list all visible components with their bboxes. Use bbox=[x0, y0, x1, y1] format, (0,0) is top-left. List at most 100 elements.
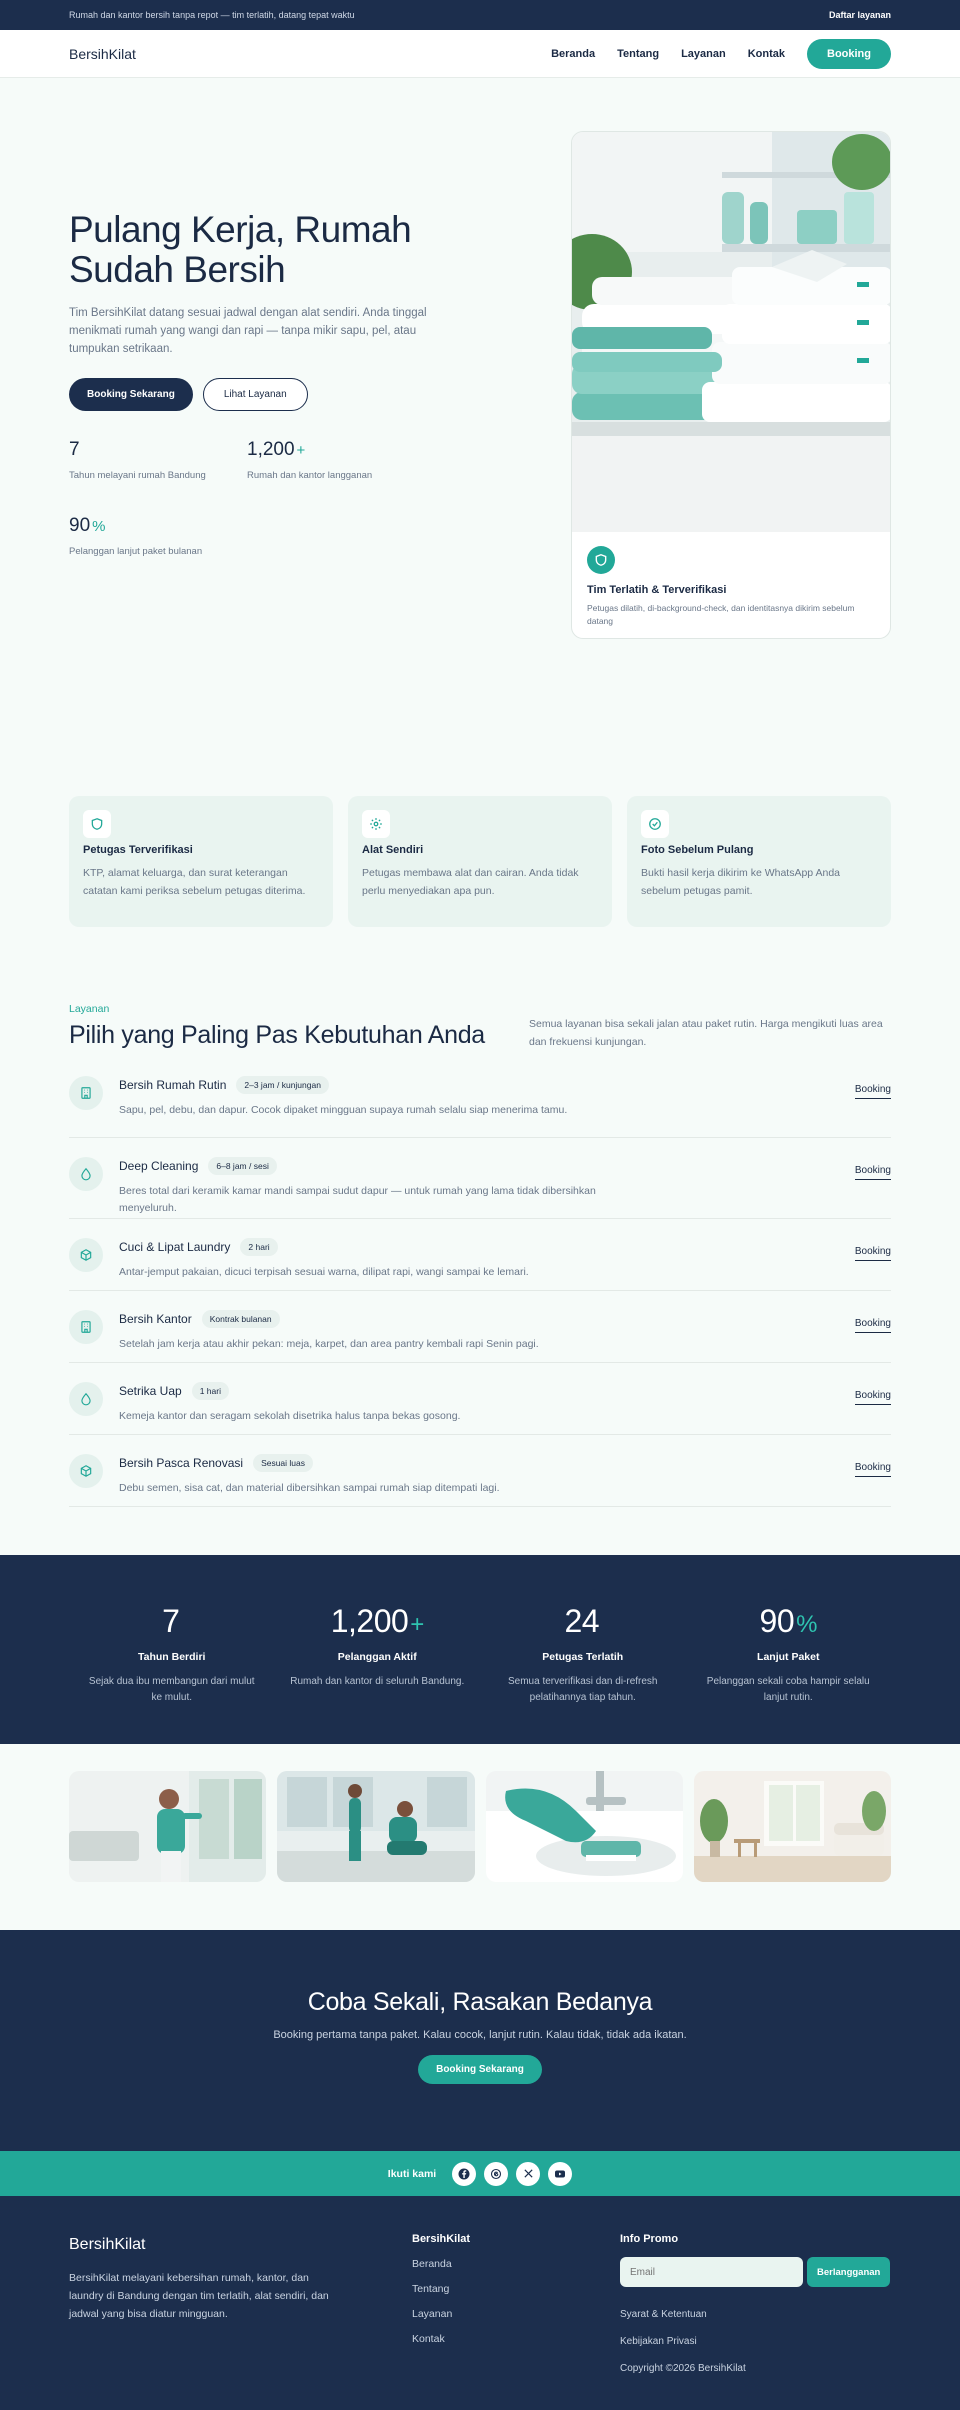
footer-link-layanan[interactable]: Layanan bbox=[412, 2308, 470, 2320]
nav-link-layanan[interactable]: Layanan bbox=[681, 48, 726, 60]
droplet-icon bbox=[69, 1157, 103, 1191]
stat-value: 1,200 bbox=[247, 439, 295, 460]
hero-booking-button[interactable]: Booking Sekarang bbox=[69, 378, 193, 411]
cta-booking-button[interactable]: Booking Sekarang bbox=[418, 2055, 542, 2084]
feature-title: Petugas Terverifikasi bbox=[83, 844, 193, 856]
stats-band: 7 Tahun Berdiri Sejak dua ibu membangun … bbox=[0, 1555, 960, 1744]
gallery-photo-window-cleaning bbox=[69, 1771, 267, 1882]
hero-stat: 90% Pelanggan lanjut paket bulanan bbox=[69, 515, 247, 557]
hero-section: Pulang Kerja, Rumah Sudah Bersih Tim Ber… bbox=[0, 78, 960, 698]
services-intro: Semua layanan bisa sekali jalan atau pak… bbox=[529, 1018, 883, 1048]
service-duration-badge: 1 hari bbox=[191, 1382, 229, 1400]
nav-link-kontak[interactable]: Kontak bbox=[748, 48, 785, 60]
service-row: Cuci & Lipat Laundry 2 hari Antar-jemput … bbox=[69, 1219, 891, 1291]
nav-booking-button[interactable]: Booking bbox=[807, 38, 891, 69]
stat-suffix: + bbox=[296, 442, 306, 459]
announcement-bar: Rumah dan kantor bersih tanpa repot — ti… bbox=[0, 0, 960, 30]
shield-icon bbox=[587, 546, 615, 574]
follow-label: Ikuti kami bbox=[387, 2167, 437, 2180]
feature-description: KTP, alamat keluarga, dan surat keterang… bbox=[83, 867, 306, 897]
hero-stats: 7 Tahun melayani rumah Bandung 1,200 + Ru… bbox=[69, 439, 429, 557]
services-title: Pilih yang Paling Pas Kebutuhan Anda bbox=[69, 1021, 485, 1049]
service-booking-link[interactable]: Booking bbox=[854, 1462, 891, 1477]
service-duration-badge: 2 hari bbox=[240, 1238, 278, 1256]
hero-stat: 7 Tahun melayani rumah Bandung bbox=[69, 439, 247, 481]
stat-value: 1,200 bbox=[330, 1603, 409, 1639]
gear-icon bbox=[362, 810, 390, 838]
stat-description: Rumah dan kantor di seluruh Bandung. bbox=[290, 1676, 465, 1687]
footer-link-beranda[interactable]: Beranda bbox=[412, 2258, 470, 2270]
footer-about: BersihKilat melayani kebersihan rumah, k… bbox=[69, 2272, 329, 2320]
service-name: Bersih Pasca Renovasi bbox=[119, 1456, 244, 1470]
building-icon bbox=[69, 1310, 103, 1344]
email-field[interactable] bbox=[620, 2257, 803, 2287]
stat-label: Rumah dan kantor langganan bbox=[247, 470, 373, 481]
stat-description: Semua terverifikasi dan di-refresh pelat… bbox=[507, 1676, 658, 1703]
services-list: Bersih Rumah Rutin 2–3 jam / kunjungan Sa… bbox=[69, 1066, 891, 1507]
hero-title: Pulang Kerja, Rumah Sudah Bersih bbox=[69, 209, 412, 290]
stat-block: 1,200+ Pelanggan Aktif Rumah dan kantor … bbox=[275, 1555, 481, 1744]
stat-suffix: % bbox=[92, 518, 106, 535]
service-row: Bersih Pasca Renovasi Sesuai luas Debu se… bbox=[69, 1435, 891, 1507]
service-booking-link[interactable]: Booking bbox=[854, 1390, 891, 1405]
cta-description: Booking pertama tanpa paket. Kalau cocok… bbox=[273, 2029, 687, 2041]
privacy-link[interactable]: Kebijakan Privasi bbox=[620, 2336, 890, 2347]
cta-title: Coba Sekali, Rasakan Bedanya bbox=[307, 1988, 653, 2016]
copyright-text: Copyright ©2026 BersihKilat bbox=[620, 2363, 746, 2374]
shield-icon bbox=[83, 810, 111, 838]
stat-value: 24 bbox=[564, 1603, 600, 1639]
service-booking-link[interactable]: Booking bbox=[854, 1165, 891, 1180]
service-description: Kemeja kantor dan seragam sekolah disetr… bbox=[119, 1410, 461, 1422]
service-booking-link[interactable]: Booking bbox=[854, 1246, 891, 1261]
stat-block: 7 Tahun Berdiri Sejak dua ibu membangun … bbox=[69, 1555, 275, 1744]
service-row: Deep Cleaning 6–8 jam / sesi Beres total … bbox=[69, 1138, 891, 1219]
footer-brand[interactable]: BersihKilat bbox=[69, 2236, 145, 2254]
subscribe-button[interactable]: Berlangganan bbox=[807, 2257, 891, 2287]
announcement-text: Rumah dan kantor bersih tanpa repot — ti… bbox=[69, 10, 355, 20]
x-icon[interactable] bbox=[516, 2161, 541, 2186]
navbar: BersihKilat Beranda Tentang Layanan Kont… bbox=[0, 30, 960, 78]
stat-label: Petugas Terlatih bbox=[542, 1651, 624, 1663]
feature-card: Petugas Terverifikasi KTP, alamat keluar… bbox=[69, 796, 333, 927]
footer-link-tentang[interactable]: Tentang bbox=[412, 2283, 470, 2295]
nav-link-beranda[interactable]: Beranda bbox=[551, 48, 595, 60]
facebook-icon[interactable] bbox=[452, 2161, 477, 2186]
service-booking-link[interactable]: Booking bbox=[854, 1084, 891, 1099]
nav-link-tentang[interactable]: Tentang bbox=[617, 48, 659, 60]
footer: BersihKilat BersihKilat melayani kebersi… bbox=[0, 2196, 960, 2410]
services-section: Layanan Pilih yang Paling Pas Kebutuhan … bbox=[0, 1003, 960, 1507]
footer-link-kontak[interactable]: Kontak bbox=[412, 2333, 470, 2345]
features-section: Petugas Terverifikasi KTP, alamat keluar… bbox=[0, 796, 960, 927]
hero-card: Tim Terlatih & Terverifikasi Petugas dil… bbox=[571, 131, 891, 639]
check-circle-icon bbox=[641, 810, 669, 838]
youtube-icon[interactable] bbox=[548, 2161, 573, 2186]
service-duration-badge: Kontrak bulanan bbox=[201, 1310, 280, 1328]
stat-description: Sejak dua ibu membangun dari mulut ke mu… bbox=[88, 1676, 255, 1703]
feature-description: Petugas membawa alat dan cairan. Anda ti… bbox=[362, 867, 579, 897]
hero-laundry-photo bbox=[572, 132, 890, 532]
stat-value: 90 bbox=[69, 515, 91, 536]
stat-description: Pelanggan sekali coba hampir selalu lanj… bbox=[706, 1676, 870, 1703]
service-duration-badge: 2–3 jam / kunjungan bbox=[236, 1076, 329, 1094]
service-description: Beres total dari keramik kamar mandi sam… bbox=[119, 1185, 596, 1214]
hero-services-button[interactable]: Lihat Layanan bbox=[202, 378, 308, 411]
service-name: Bersih Kantor bbox=[119, 1312, 192, 1326]
gallery-photo-living-room bbox=[693, 1771, 891, 1882]
terms-link[interactable]: Syarat & Ketentuan bbox=[620, 2309, 890, 2320]
photo-gallery bbox=[0, 1744, 960, 1930]
service-name: Cuci & Lipat Laundry bbox=[119, 1240, 231, 1254]
stat-suffix: % bbox=[796, 1611, 817, 1638]
service-booking-link[interactable]: Booking bbox=[854, 1318, 891, 1333]
stat-block: 90% Lanjut Paket Pelanggan sekali coba h… bbox=[686, 1555, 892, 1744]
building-icon bbox=[69, 1076, 103, 1110]
threads-icon[interactable] bbox=[484, 2161, 509, 2186]
hero-description: Tim BersihKilat datang sesuai jadwal den… bbox=[69, 307, 427, 355]
stat-value: 7 bbox=[69, 439, 80, 460]
register-link[interactable]: Daftar layanan bbox=[829, 10, 891, 20]
hero-card-title: Tim Terlatih & Terverifikasi bbox=[587, 584, 727, 596]
feature-title: Foto Sebelum Pulang bbox=[641, 844, 754, 856]
brand-logo[interactable]: BersihKilat bbox=[69, 46, 136, 62]
service-duration-badge: Sesuai luas bbox=[253, 1454, 314, 1472]
service-name: Setrika Uap bbox=[119, 1384, 182, 1398]
gallery-photo-sink-cleaning bbox=[485, 1771, 683, 1882]
